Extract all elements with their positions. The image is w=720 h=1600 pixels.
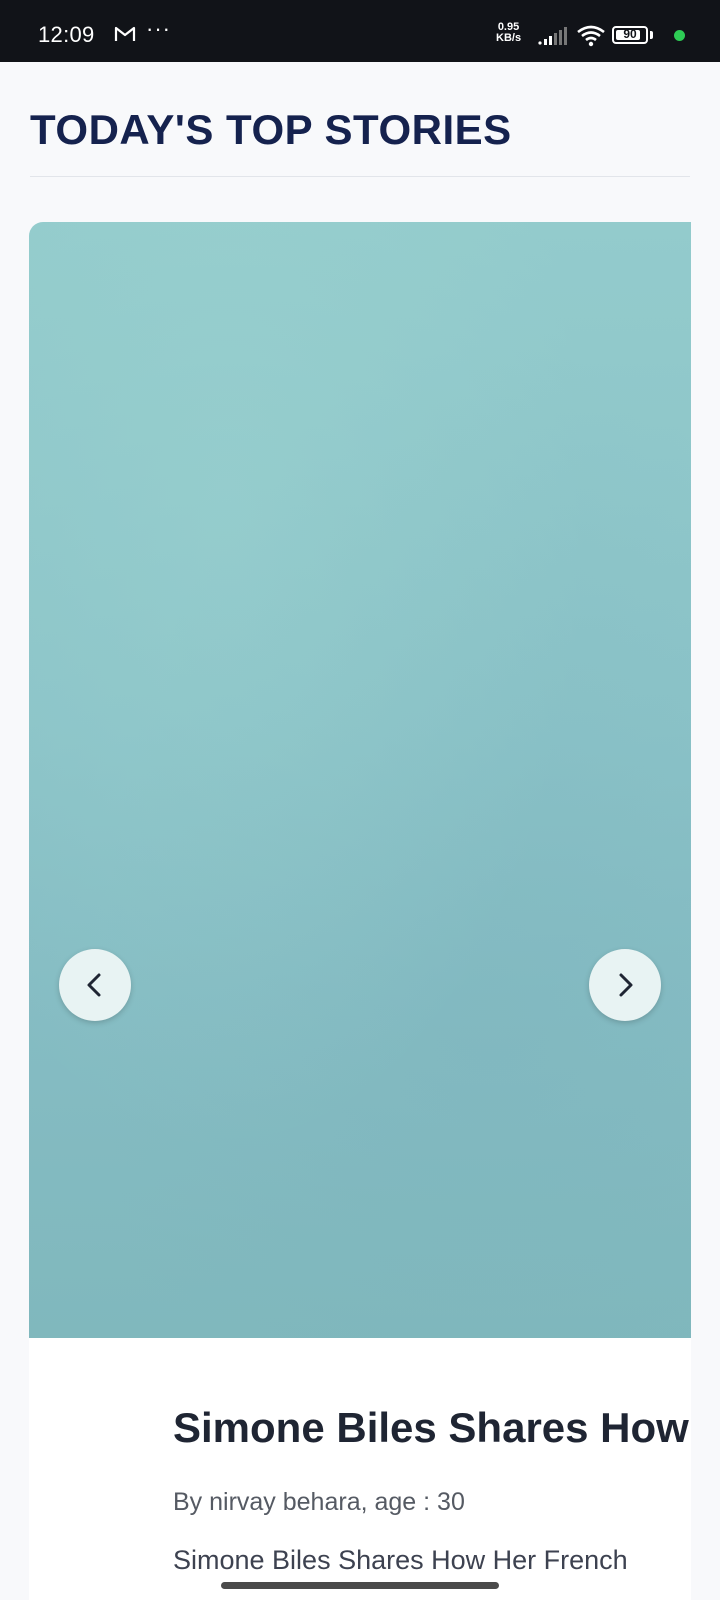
carousel-prev-button[interactable] bbox=[59, 949, 131, 1021]
more-notifications-icon: ··· bbox=[146, 16, 171, 41]
story-summary: Simone Biles Shares How Her French bbox=[173, 1545, 628, 1575]
network-speed: 0.95 KB/s bbox=[496, 22, 521, 44]
story-image[interactable] bbox=[29, 222, 691, 1338]
battery-tip bbox=[650, 31, 653, 39]
gmail-icon bbox=[114, 26, 136, 41]
home-indicator[interactable] bbox=[221, 1582, 499, 1589]
battery-level: 90 bbox=[623, 27, 637, 41]
battery-icon: 90 bbox=[612, 26, 648, 44]
wifi-icon bbox=[577, 25, 605, 47]
story-card[interactable]: Simone Biles Shares How Her French By ni… bbox=[29, 222, 691, 1600]
story-title[interactable]: Simone Biles Shares How Her French bbox=[173, 1404, 691, 1452]
status-time: 12:09 bbox=[38, 22, 95, 47]
story-byline: By nirvay behara, age : 30 bbox=[173, 1488, 465, 1516]
status-bar: 12:09 ··· 0.95 KB/s 90 bbox=[0, 0, 720, 62]
divider bbox=[30, 176, 690, 177]
network-speed-unit: KB/s bbox=[496, 32, 522, 44]
chevron-right-icon bbox=[619, 973, 633, 997]
signal-icon bbox=[538, 27, 567, 45]
section-title: TODAY'S TOP STORIES bbox=[30, 106, 512, 153]
chevron-left-icon bbox=[87, 973, 101, 997]
privacy-indicator-dot bbox=[674, 30, 685, 41]
carousel-next-button[interactable] bbox=[589, 949, 661, 1021]
